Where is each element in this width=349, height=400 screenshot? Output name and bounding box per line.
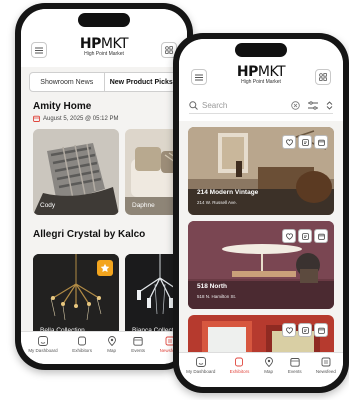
calendar-icon bbox=[317, 327, 325, 334]
favorite-button[interactable] bbox=[282, 323, 296, 337]
section-title-allegri[interactable]: Allegri Crystal by Kalco bbox=[33, 229, 145, 240]
nav-exhibitors[interactable]: Exhibitors bbox=[72, 336, 92, 364]
section-title-amity-home[interactable]: Amity Home bbox=[33, 101, 91, 112]
calendar-icon bbox=[33, 115, 40, 122]
exhibitors-icon bbox=[235, 357, 244, 367]
search-bar: Search bbox=[189, 97, 333, 114]
search-input[interactable]: Search bbox=[202, 101, 291, 110]
dynamic-island bbox=[235, 43, 287, 57]
nav-exhibitors[interactable]: Exhibitors bbox=[230, 357, 249, 387]
nav-events[interactable]: Events bbox=[131, 336, 145, 364]
menu-button[interactable] bbox=[31, 42, 47, 58]
nav-my-dashboard[interactable]: My Dashboard bbox=[28, 336, 58, 364]
calendar-icon bbox=[133, 337, 143, 346]
note-icon bbox=[301, 138, 309, 146]
notes-button[interactable] bbox=[298, 323, 312, 337]
exhibitor-card-214-modern-vintage[interactable]: 214 Modern Vintage 214 W. Russell Ave. bbox=[188, 127, 334, 215]
tab-showroom-news[interactable]: Showroom News bbox=[30, 73, 104, 91]
add-to-calendar-button[interactable] bbox=[314, 135, 328, 149]
nav-map[interactable]: Map bbox=[264, 357, 274, 387]
right-screen: HPMKT High Point Market Search 214 Moder… bbox=[179, 39, 343, 387]
hpmkt-logo: HPMKT High Point Market bbox=[79, 36, 129, 57]
search-icon bbox=[189, 100, 198, 110]
star-icon bbox=[100, 263, 110, 272]
notes-button[interactable] bbox=[298, 135, 312, 149]
card-label: Daphne bbox=[132, 202, 155, 209]
grid-icon bbox=[165, 46, 173, 54]
hamburger-icon bbox=[35, 47, 43, 53]
heart-icon bbox=[285, 138, 293, 146]
dynamic-island bbox=[78, 13, 130, 27]
exhibitor-address: 518 N. Hamilton St. bbox=[197, 294, 237, 299]
calendar-icon bbox=[317, 233, 325, 240]
left-tab-bar: My Dashboard Exhibitors Map Events Newsf… bbox=[21, 331, 187, 364]
hpmkt-logo: HPMKT High Point Market bbox=[236, 64, 286, 85]
grid-icon bbox=[319, 73, 327, 81]
right-tab-bar: My Dashboard Exhibitors Map Events Newsf… bbox=[179, 352, 343, 387]
note-icon bbox=[301, 326, 309, 334]
newsfeed-icon bbox=[321, 357, 331, 367]
product-card-bella[interactable]: Bella Collection bbox=[33, 254, 119, 340]
nav-my-dashboard[interactable]: My Dashboard bbox=[186, 357, 215, 387]
map-pin-icon bbox=[264, 357, 273, 367]
menu-button[interactable] bbox=[191, 69, 207, 85]
calendar-icon bbox=[317, 139, 325, 146]
product-card-cody[interactable]: Cody bbox=[33, 129, 119, 215]
left-screen: HPMKT High Point Market Showroom News Ne… bbox=[21, 9, 187, 364]
hamburger-icon bbox=[195, 74, 203, 80]
favorite-badge[interactable] bbox=[97, 260, 113, 276]
exhibitor-name: 518 North bbox=[197, 283, 227, 290]
nav-map[interactable]: Map bbox=[107, 336, 117, 364]
favorite-button[interactable] bbox=[282, 135, 296, 149]
card-label: Cody bbox=[40, 202, 56, 209]
map-pin-icon bbox=[107, 336, 116, 346]
exhibitor-name: 214 Modern Vintage bbox=[197, 189, 259, 196]
grid-button[interactable] bbox=[315, 69, 331, 85]
sort-icon[interactable] bbox=[326, 100, 333, 110]
heart-icon bbox=[285, 232, 293, 240]
right-phone: HPMKT High Point Market Search 214 Moder… bbox=[173, 33, 349, 393]
exhibitor-address: 214 W. Russell Ave. bbox=[197, 200, 237, 205]
nav-events[interactable]: Events bbox=[288, 357, 302, 387]
add-to-calendar-button[interactable] bbox=[314, 323, 328, 337]
clear-icon[interactable] bbox=[291, 100, 300, 110]
nav-newsfeed[interactable]: Newsfeed bbox=[316, 357, 336, 387]
post-date: August 5, 2025 @ 05:12 PM bbox=[33, 115, 118, 122]
exhibitors-icon bbox=[78, 336, 87, 346]
calendar-icon bbox=[290, 358, 300, 367]
heart-icon bbox=[285, 326, 293, 334]
notes-button[interactable] bbox=[298, 229, 312, 243]
exhibitor-card-518-north[interactable]: 518 North 518 N. Hamilton St. bbox=[188, 221, 334, 309]
tab-new-product-picks[interactable]: New Product Picks bbox=[103, 73, 178, 91]
dashboard-icon bbox=[37, 336, 48, 346]
left-phone: HPMKT High Point Market Showroom News Ne… bbox=[15, 3, 193, 370]
news-segmented-control: Showroom News New Product Picks bbox=[29, 72, 179, 92]
favorite-button[interactable] bbox=[282, 229, 296, 243]
note-icon bbox=[301, 232, 309, 240]
filter-icon[interactable] bbox=[308, 100, 318, 110]
dashboard-icon bbox=[195, 357, 206, 367]
add-to-calendar-button[interactable] bbox=[314, 229, 328, 243]
